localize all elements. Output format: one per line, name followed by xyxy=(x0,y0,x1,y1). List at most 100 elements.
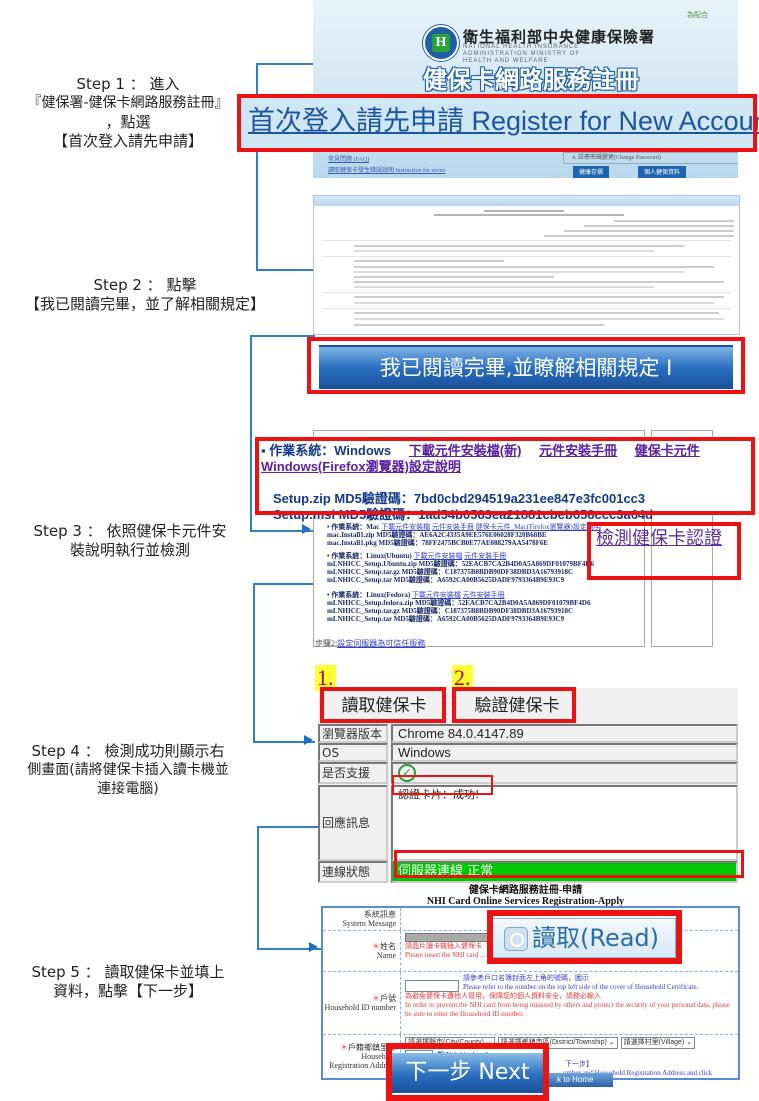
os-fedora: • 作業系統：Linux(Fedora) 下載元件安裝檔 元件安裝手冊 mLNH… xyxy=(327,591,590,623)
household-warn-cn: 為避免健保卡遭他人冒用，保障您的個人資料安全，請務必輸入 xyxy=(405,992,601,1000)
label-en: Household ID number xyxy=(324,1003,396,1012)
household-hint-en: Please refer to the number on the top le… xyxy=(463,983,699,991)
row-label: 連線狀態 xyxy=(318,861,388,883)
label-en: Name xyxy=(376,951,396,960)
table-row: 是否支援 ✓ xyxy=(318,762,738,784)
manual-link[interactable]: 元件安裝手冊 xyxy=(464,552,506,560)
label-cn: ＊戶號 xyxy=(372,994,396,1003)
doc-text-line xyxy=(354,302,714,304)
doc-title-line xyxy=(434,214,624,216)
download-link[interactable]: 下載元件安裝檔 xyxy=(412,591,461,599)
download-link[interactable]: 下載元件安裝檔 xyxy=(381,523,430,531)
row-label: 瀏覽器版本 xyxy=(318,724,388,743)
corner-text: 為配合 xyxy=(687,11,708,19)
doc-text-line xyxy=(614,220,734,222)
arrow-icon xyxy=(302,524,311,534)
change-password-item[interactable]: 4. 註冊密碼變更(Change Password) xyxy=(563,152,738,164)
os-name: • 作業系統：Linux(Ubuntu) xyxy=(327,552,412,560)
table-row: 瀏覽器版本 Chrome 84.0.4147.89 xyxy=(318,724,738,743)
setup-guide-link[interactable]: 健保卡元件_Mac(Firefox瀏覽器)設定說明 xyxy=(476,523,601,531)
doc-divider xyxy=(322,256,731,257)
step5-line: Step 5 ： 讀取健保卡並填上 xyxy=(31,963,225,981)
doc-text-line xyxy=(354,260,504,262)
browser-version-value: Chrome 84.0.4147.89 xyxy=(391,724,738,743)
row-label: OS xyxy=(318,743,388,762)
doc-text-line xyxy=(354,312,719,314)
village-select[interactable]: 請選擇村里(Village) ⌄ xyxy=(620,1037,696,1049)
doc-text-line xyxy=(354,266,714,268)
trust-server-link[interactable]: 設定伺服器為可信任服務 xyxy=(337,639,425,648)
highlight-box xyxy=(255,437,755,515)
field-label: ＊戶號 Household ID number xyxy=(323,972,401,1034)
household-warn-en: In order to prevent the NHI card from be… xyxy=(405,1001,730,1018)
os-mac: • 作業系統：Mac 下載元件安裝檔 元件安裝手冊 健保卡元件_Mac(Fire… xyxy=(327,523,601,547)
service-title-cn: 健保卡網路服務註冊 xyxy=(423,66,639,94)
step1-line: 【首次登入請先申請】 xyxy=(52,132,203,150)
personal-data-badge[interactable]: 個人健保資料 xyxy=(638,166,687,178)
terms-document-screenshot xyxy=(313,195,740,335)
household-hint-cn: 請參考戶口名簿封面左上角的號碼，圖示 xyxy=(463,974,589,982)
address-hint-cn: 下一步】 xyxy=(565,1060,593,1068)
doc-text-line xyxy=(354,286,654,288)
label-text: 戶號 xyxy=(380,994,396,1003)
doc-text-line xyxy=(354,245,684,247)
step2-label: Step 2 ： 點擊 【我已閱讀完畢，並了解相關規定】 xyxy=(0,276,290,314)
md5-line: mLNHICC_Setup.tar.gz MD5驗證碼：C187375B8BDB… xyxy=(327,607,574,615)
document-header-bar xyxy=(314,196,739,206)
field-label: 系統訊息 System Message xyxy=(323,908,401,930)
md5-line: mac.Install1.pkg MD5驗證碼：78FF2475BCB0E77A… xyxy=(327,539,549,547)
faq-links: 常見問題 (FAQ) 讀取健保卡發生錯誤說明 Instruction for e… xyxy=(328,155,445,177)
back-to-home-button[interactable]: k to Home xyxy=(545,1073,613,1087)
doc-text-line xyxy=(584,225,734,227)
download-link[interactable]: 下載元件安裝檔 xyxy=(413,552,462,560)
doc-text-line xyxy=(354,276,554,278)
doc-text-line xyxy=(354,281,724,283)
name-input[interactable] xyxy=(405,933,497,942)
os-name: • 作業系統：Linux(Fedora) xyxy=(327,591,411,599)
highlight-box xyxy=(237,94,757,152)
os-name: • 作業系統：Mac xyxy=(327,523,380,531)
manual-link[interactable]: 元件安裝手冊 xyxy=(463,591,505,599)
doc-text-line xyxy=(354,296,724,298)
highlight-box xyxy=(307,337,745,394)
doc-text-line xyxy=(354,324,604,326)
highlight-box xyxy=(320,687,446,723)
step1-line: ，點選 xyxy=(105,113,151,131)
highlight-box xyxy=(587,522,741,580)
step4-line: 連接電腦) xyxy=(97,781,159,797)
doc-divider xyxy=(322,240,731,241)
household-id-input[interactable] xyxy=(405,980,459,992)
doc-text-line xyxy=(564,230,734,232)
step4-line: Step 4 ： 檢測成功則顯示右 xyxy=(31,742,225,760)
step4-line: 側畫面(請將健保卡插入讀卡機並 xyxy=(27,762,229,778)
highlight-box xyxy=(392,775,493,795)
doc-divider xyxy=(322,308,731,309)
step1-line: Step 1 ： 進入 xyxy=(76,75,180,93)
household-input-row: 請參考戶口名簿封面左上角的號碼，圖示 Please refer to the n… xyxy=(405,974,734,992)
faq-link[interactable]: 常見問題 (FAQ) xyxy=(328,155,445,166)
label-cn: 系統訊息 xyxy=(364,910,396,919)
step3-line: 裝說明執行並檢測 xyxy=(69,541,190,559)
arrow-icon xyxy=(304,735,313,745)
nhi-logo-icon: H xyxy=(423,25,459,61)
doc-text-line xyxy=(354,318,724,320)
step1-label: Step 1 ： 進入 『健保署-健保卡網路服務註冊』 ，點選 【首次登入請先申… xyxy=(0,75,256,151)
field-label: ＊姓名 Name xyxy=(323,931,401,971)
step2-line: Step 2 ： 點擊 xyxy=(93,276,197,294)
step-prefix: 步驟2: xyxy=(315,639,338,648)
md5-line: mLNHICC_Setup.Ubuntu.zip MD5驗證碼：52EACB7C… xyxy=(327,560,594,568)
os-value: Windows xyxy=(391,743,738,762)
highlight-box xyxy=(394,850,744,878)
health-bank-badge[interactable]: 健康存摺 xyxy=(573,166,610,178)
row-label: 是否支援 xyxy=(318,762,388,784)
step5-label: Step 5 ： 讀取健保卡並填上 資料，點擊【下一步】 xyxy=(0,963,256,1001)
manual-link[interactable]: 元件安裝手冊 xyxy=(432,523,474,531)
home-button-label: k to Home xyxy=(557,1075,594,1084)
connector-3 xyxy=(253,583,315,743)
md5-line: mLNHICC_Setup.fedora.zip MD5驗證碼：52EACB7C… xyxy=(327,599,591,607)
os-ubuntu: • 作業系統：Linux(Ubuntu) 下載元件安裝檔 元件安裝手冊 mLNH… xyxy=(327,552,594,584)
form-row-household: ＊戶號 Household ID number 請參考戶口名簿封面左上角的號碼，… xyxy=(323,972,738,1035)
doc-title-line xyxy=(484,210,564,212)
error-instruction-link[interactable]: 讀取健保卡發生錯誤說明 Instruction for errors xyxy=(328,166,445,177)
doc-divider xyxy=(322,292,731,293)
